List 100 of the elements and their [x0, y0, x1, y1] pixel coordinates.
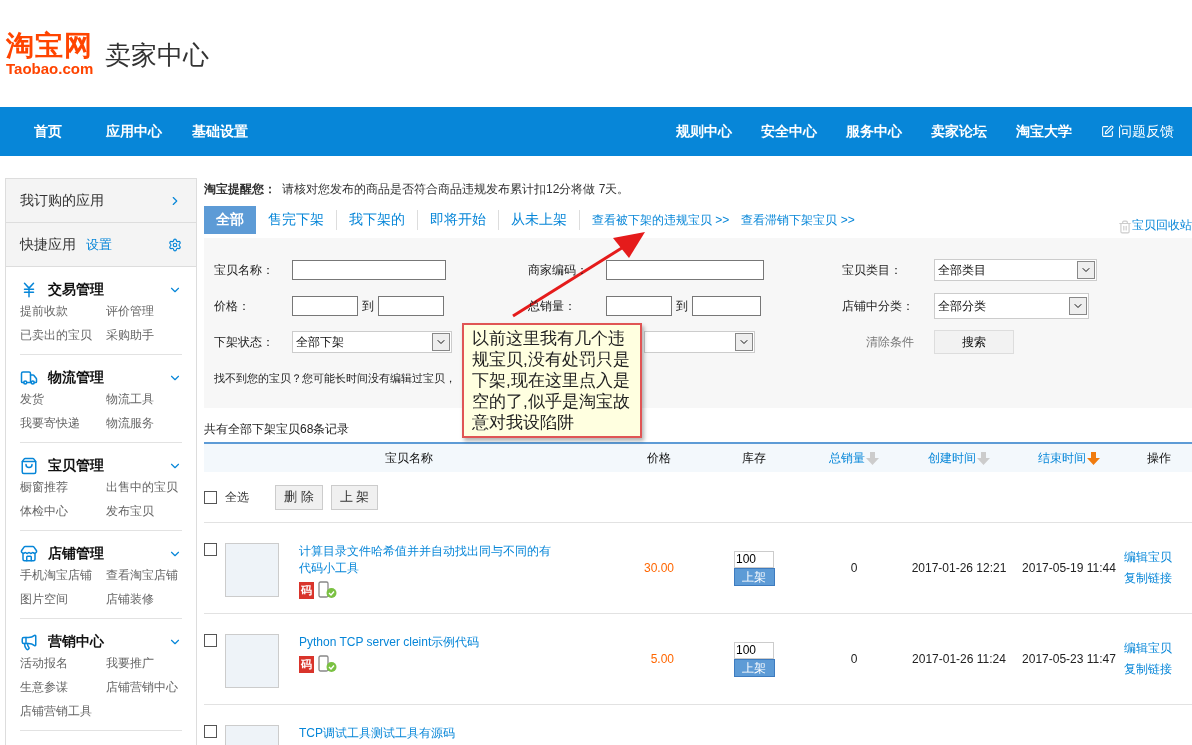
input-field[interactable] — [378, 296, 444, 316]
code-badge: 码 — [299, 581, 314, 599]
nav-item[interactable]: 卖家论坛 — [931, 122, 987, 141]
notice-label: 淘宝提醒您： — [204, 180, 276, 198]
created-time: 2017-01-26 12:21 — [911, 561, 1007, 575]
range-separator: 到 — [676, 297, 688, 315]
sidebar-link[interactable]: 采购助手 — [106, 327, 182, 344]
column-header[interactable]: 总销量 — [829, 449, 879, 467]
notice-text: 请核对您发布的商品是否符合商品违规发布累计扣12分将做 7天。 — [282, 180, 630, 198]
range-separator: 到 — [362, 297, 374, 315]
input-field[interactable] — [692, 296, 761, 316]
end-time: 2017-05-19 11:44 — [1022, 561, 1116, 575]
tab[interactable]: 全部 — [204, 206, 256, 234]
stock-input[interactable]: 100 — [734, 641, 774, 659]
column-header: 库存 — [742, 449, 766, 467]
input-field[interactable] — [292, 260, 446, 280]
nav-item[interactable]: 服务中心 — [846, 122, 902, 141]
bag-icon — [20, 457, 38, 475]
field-label: 店铺中分类： — [842, 297, 915, 315]
checkbox[interactable] — [204, 634, 217, 647]
mobile-check-icon — [318, 581, 338, 599]
sidebar-link[interactable]: 店铺营销工具 — [20, 703, 106, 720]
settings-link[interactable]: 设置 — [86, 235, 112, 254]
sidebar-link[interactable]: 查看淘宝店铺 — [106, 567, 182, 584]
tab[interactable]: 售完下架 — [256, 206, 336, 234]
nav-item[interactable]: 安全中心 — [761, 122, 817, 141]
sidebar-link[interactable]: 评价管理 — [106, 303, 182, 320]
quick-apps-label: 快捷应用 — [20, 235, 76, 254]
sidebar-link[interactable]: 橱窗推荐 — [20, 479, 106, 496]
sidebar-link[interactable]: 出售中的宝贝 — [106, 479, 182, 496]
sidebar-link[interactable]: 物流工具 — [106, 391, 182, 408]
column-header[interactable]: 结束时间 — [1038, 449, 1100, 467]
section-title: 交易管理 — [48, 281, 104, 299]
sidebar-link[interactable]: 发布宝贝 — [106, 503, 182, 520]
subscribed-apps-label[interactable]: 我订购的应用 — [20, 191, 104, 210]
status-select[interactable]: 全部下架 — [292, 331, 452, 353]
trash-icon — [1118, 220, 1132, 234]
action-link[interactable]: 编辑宝贝 — [1124, 549, 1192, 566]
checkbox[interactable] — [204, 490, 217, 504]
action-link[interactable]: 编辑宝贝 — [1124, 640, 1192, 657]
nav-item[interactable]: 规则中心 — [676, 122, 732, 141]
input-field[interactable] — [292, 296, 358, 316]
checkbox[interactable] — [204, 543, 217, 556]
bulk-action-button[interactable]: 删 除 — [275, 484, 323, 510]
stock-input[interactable]: 100 — [734, 550, 774, 568]
sidebar-link[interactable]: 发货 — [20, 391, 106, 408]
item-title-link[interactable]: 计算目录文件哈希值并并自动找出同与不同的有代码小工具 — [299, 543, 559, 577]
feedback-link[interactable]: 问题反馈 — [1118, 122, 1174, 141]
select-all-label: 全选 — [225, 488, 249, 506]
sidebar-link[interactable]: 我要推广 — [106, 655, 182, 672]
action-link[interactable]: 复制链接 — [1124, 570, 1192, 587]
nav-item[interactable]: 应用中心 — [106, 122, 162, 141]
item-title-link[interactable]: Python TCP server cleint示例代码 — [299, 634, 559, 651]
end-time: 2017-05-23 11:47 — [1022, 652, 1116, 666]
clear-filters-link[interactable]: 清除条件 — [866, 333, 914, 351]
column-header[interactable]: 创建时间 — [928, 449, 990, 467]
input-field[interactable] — [606, 296, 672, 316]
sidebar-link[interactable]: 物流服务 — [106, 415, 182, 432]
item-title-link[interactable]: TCP调试工具测试工具有源码 — [299, 725, 559, 742]
field-label: 价格： — [214, 297, 251, 315]
settings-icon[interactable] — [168, 237, 182, 252]
link[interactable]: 查看滞销下架宝贝 >> — [729, 211, 855, 229]
annotation-tooltip: 以前这里我有几个违规宝贝,没有处罚只是下架,现在这里点入是空的了,似乎是淘宝故意对我设陷阱 — [462, 323, 642, 438]
sidebar-link[interactable]: 体检中心 — [20, 503, 106, 520]
checkbox[interactable] — [204, 725, 217, 738]
nav-item[interactable]: 首页 — [34, 122, 62, 141]
search-button[interactable]: 搜索 — [934, 330, 1014, 354]
sidebar-link[interactable]: 已卖出的宝贝 — [20, 327, 106, 344]
sidebar-link[interactable]: 生意参谋 — [20, 679, 106, 696]
section-title: 物流管理 — [48, 369, 104, 387]
section-title: 宝贝管理 — [48, 457, 104, 475]
section-title: 店铺管理 — [48, 545, 104, 563]
sidebar-link[interactable]: 提前收款 — [20, 303, 106, 320]
nav-item[interactable]: 基础设置 — [192, 122, 248, 141]
sidebar-link[interactable]: 图片空间 — [20, 591, 106, 608]
tab[interactable]: 我下架的 — [337, 206, 417, 234]
sidebar-link[interactable]: 手机淘宝店铺 — [20, 567, 106, 584]
shop-category-select[interactable]: 全部分类 — [934, 293, 1089, 319]
link[interactable]: 查看被下架的违规宝贝 >> — [580, 211, 730, 229]
tab[interactable]: 从未上架 — [499, 206, 579, 234]
megaphone-icon — [20, 633, 38, 651]
bulk-action-button[interactable]: 上 架 — [330, 484, 379, 510]
sidebar-link[interactable]: 店铺装修 — [106, 591, 182, 608]
sidebar-link[interactable]: 店铺营销中心 — [106, 679, 182, 696]
created-time: 2017-01-26 11:24 — [912, 652, 1006, 666]
price: 30.00 — [643, 561, 674, 575]
field-label: 宝贝类目： — [842, 261, 903, 279]
logo-text: 淘宝网 — [6, 30, 94, 61]
thumbnail-placeholder — [225, 634, 279, 688]
input-field[interactable] — [606, 260, 764, 280]
sidebar-link[interactable]: 活动报名 — [20, 655, 106, 672]
field-label: 商家编码： — [528, 261, 589, 279]
recycle-bin-link[interactable]: 宝贝回收站 — [1132, 217, 1192, 234]
tab[interactable]: 即将开始 — [418, 206, 498, 234]
review-status-select[interactable] — [644, 331, 755, 353]
page-title: 卖家中心 — [105, 39, 210, 72]
nav-item[interactable]: 淘宝大学 — [1016, 122, 1072, 141]
action-link[interactable]: 复制链接 — [1124, 661, 1192, 678]
sidebar-link[interactable]: 我要寄快递 — [20, 415, 106, 432]
category-select[interactable]: 全部类目 — [934, 259, 1097, 281]
